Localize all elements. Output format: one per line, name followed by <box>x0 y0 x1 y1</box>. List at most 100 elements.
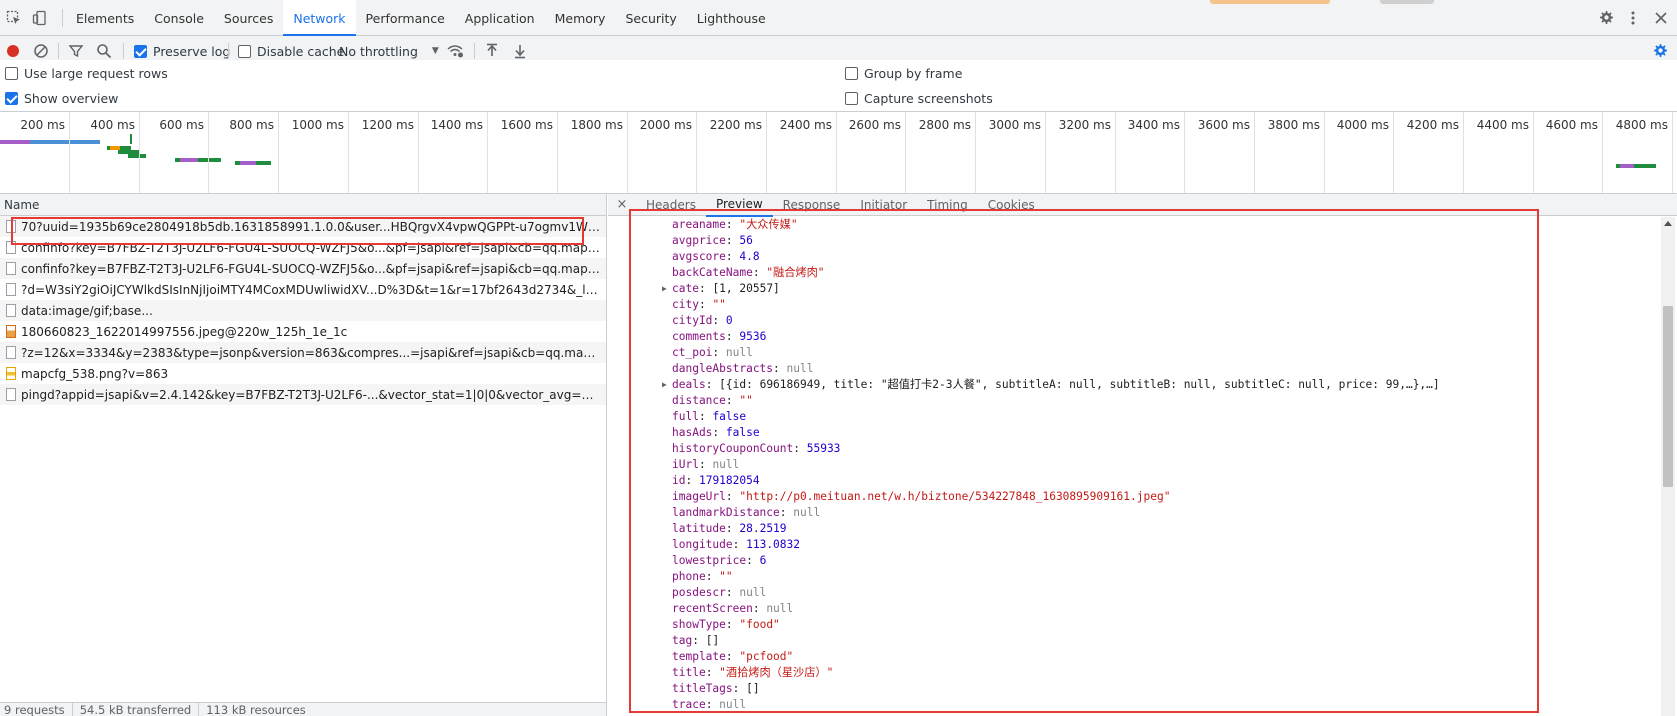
show-overview-check-icon[interactable] <box>5 92 18 105</box>
request-row[interactable]: ?d=W3siY2giOiJCYWlkdSIsInNjIjoiMTY4MCoxM… <box>0 279 606 300</box>
json-property-row[interactable]: full: false <box>608 409 1658 425</box>
network-settings-panel: Use large request rows Show overview Gro… <box>0 60 1677 112</box>
tab-security[interactable]: Security <box>615 0 686 36</box>
group-by-frame-checkbox[interactable]: Group by frame <box>845 66 962 81</box>
settings-gear-icon[interactable] <box>1596 8 1616 28</box>
json-property-row[interactable]: id: 179182054 <box>608 473 1658 489</box>
json-property-row[interactable]: avgscore: 4.8 <box>608 249 1658 265</box>
tab-timing[interactable]: Timing <box>917 194 978 216</box>
overview-tick-label: 1600 ms <box>500 118 553 132</box>
expand-triangle-icon[interactable]: ▶ <box>662 281 667 297</box>
request-row[interactable]: 180660823_1622014997556.jpeg@220w_125h_1… <box>0 321 606 342</box>
expand-triangle-icon[interactable]: ▶ <box>662 377 667 393</box>
tab-headers[interactable]: Headers <box>636 194 706 216</box>
json-property-row[interactable]: recentScreen: null <box>608 601 1658 617</box>
tab-console[interactable]: Console <box>144 0 214 36</box>
tab-elements[interactable]: Elements <box>66 0 144 36</box>
request-row[interactable]: pingd?appid=jsapi&v=2.4.142&key=B7FBZ-T2… <box>0 384 606 405</box>
network-settings-icon[interactable] <box>1652 42 1668 60</box>
preserve-log-checkbox[interactable]: Preserve log <box>134 42 230 60</box>
more-vert-icon[interactable] <box>1623 8 1643 28</box>
json-property-row[interactable]: phone: "" <box>608 569 1658 585</box>
request-row[interactable]: confinfo?key=B7FBZ-T2T3J-U2LF6-FGU4L-SUO… <box>0 237 606 258</box>
json-property-row[interactable]: latitude: 28.2519 <box>608 521 1658 537</box>
json-property-row[interactable]: template: "pcfood" <box>608 649 1658 665</box>
overview-tick-label: 1000 ms <box>291 118 344 132</box>
close-icon[interactable]: × <box>608 197 636 212</box>
tab-application[interactable]: Application <box>455 0 545 36</box>
json-property-row[interactable]: ct_poi: null <box>608 345 1658 361</box>
capture-screenshots-check-icon[interactable] <box>845 92 858 105</box>
tab-response[interactable]: Response <box>773 194 851 216</box>
request-row[interactable]: 70?uuid=1935b69ce2804918b5db.1631858991.… <box>0 216 606 237</box>
show-overview-checkbox[interactable]: Show overview <box>5 91 118 106</box>
json-property-row[interactable]: title: "酒拾烤肉（星沙店）" <box>608 665 1658 681</box>
tab-initiator[interactable]: Initiator <box>850 194 917 216</box>
json-property-row[interactable]: trace: null <box>608 697 1658 713</box>
request-row[interactable]: mapcfg_538.png?v=863 <box>0 363 606 384</box>
json-property-row[interactable]: lowestprice: 6 <box>608 553 1658 569</box>
clear-icon[interactable] <box>33 42 49 60</box>
json-property-row[interactable]: imageUrl: "http://p0.meituan.net/w.h/biz… <box>608 489 1658 505</box>
group-by-frame-check-icon[interactable] <box>845 67 858 80</box>
wifi-settings-icon[interactable] <box>446 42 464 60</box>
network-overview-timeline[interactable]: 200 ms 400 ms 600 ms 800 ms 1000 ms 1200 ms 14… <box>0 112 1677 194</box>
tab-performance[interactable]: Performance <box>356 0 455 36</box>
tab-network[interactable]: Network <box>283 0 356 36</box>
throttling-select[interactable]: No throttling ▼ <box>339 42 439 60</box>
tab-preview[interactable]: Preview <box>705 194 773 217</box>
large-rows-check-icon[interactable] <box>5 67 18 80</box>
request-row[interactable]: ?z=12&x=3334&y=2383&type=jsonp&version=8… <box>0 342 606 363</box>
json-colon: : <box>732 538 747 551</box>
overview-tick-label: 1800 ms <box>570 118 623 132</box>
json-property-row[interactable]: comments: 9536 <box>608 329 1658 345</box>
tab-sources[interactable]: Sources <box>214 0 283 36</box>
request-row[interactable]: confinfo?key=B7FBZ-T2T3J-U2LF6-FGU4L-SUO… <box>0 258 606 279</box>
close-icon[interactable] <box>1651 8 1671 28</box>
json-property-row[interactable]: historyCouponCount: 55933 <box>608 441 1658 457</box>
json-property-row[interactable]: titleTags: [] <box>608 681 1658 697</box>
capture-screenshots-checkbox[interactable]: Capture screenshots <box>845 91 993 106</box>
tab-memory[interactable]: Memory <box>545 0 616 36</box>
json-property-row[interactable]: avgprice: 56 <box>608 233 1658 249</box>
json-property-row[interactable]: distance: "" <box>608 393 1658 409</box>
preview-scrollbar[interactable] <box>1661 217 1675 716</box>
tab-cookies[interactable]: Cookies <box>978 194 1045 216</box>
preserve-log-check-icon[interactable] <box>134 44 147 58</box>
scroll-up-icon[interactable] <box>1664 221 1672 226</box>
json-property-row[interactable]: cityId: 0 <box>608 313 1658 329</box>
json-key: historyCouponCount <box>672 442 794 455</box>
json-preview[interactable]: areaname: "大众传媒" avgprice: 56 avgscore: 4.… <box>608 217 1658 716</box>
json-property-row[interactable]: ▶ cate: [1, 20557] <box>608 281 1658 297</box>
import-icon[interactable] <box>485 42 499 60</box>
json-property-row[interactable]: dangleAbstracts: null <box>608 361 1658 377</box>
json-property-row[interactable]: hasAds: false <box>608 425 1658 441</box>
inspect-icon[interactable] <box>4 8 24 28</box>
json-property-row[interactable]: landmarkDistance: null <box>608 505 1658 521</box>
json-colon: : <box>692 634 706 647</box>
large-rows-checkbox[interactable]: Use large request rows <box>5 66 168 81</box>
overview-tick-label: 1200 ms <box>361 118 414 132</box>
scrollbar-thumb[interactable] <box>1663 306 1673 487</box>
overview-tick-label: 2400 ms <box>779 118 832 132</box>
json-property-row[interactable]: city: "" <box>608 297 1658 313</box>
json-property-row[interactable]: iUrl: null <box>608 457 1658 473</box>
tab-lighthouse[interactable]: Lighthouse <box>687 0 776 36</box>
name-column-header[interactable]: Name <box>0 194 606 216</box>
json-property-row[interactable]: showType: "food" <box>608 617 1658 633</box>
json-property-row[interactable]: longitude: 113.0832 <box>608 537 1658 553</box>
json-property-row[interactable]: areaname: "大众传媒" <box>608 217 1658 233</box>
json-property-row[interactable]: ▶ deals: [{id: 696186949, title: "超值打卡2-3… <box>608 377 1658 393</box>
request-row[interactable]: data:image/gif;base... <box>0 300 606 321</box>
json-property-row[interactable]: tag: [] <box>608 633 1658 649</box>
record-icon[interactable] <box>5 42 21 60</box>
device-toggle-icon[interactable] <box>30 8 50 28</box>
json-property-row[interactable]: backCateName: "融合烤肉" <box>608 265 1658 281</box>
export-icon[interactable] <box>513 42 527 60</box>
disable-cache-check-icon[interactable] <box>238 44 251 58</box>
json-property-row[interactable]: posdescr: null <box>608 585 1658 601</box>
disable-cache-checkbox[interactable]: Disable cache <box>238 42 344 60</box>
json-key: iUrl <box>672 458 699 471</box>
search-icon[interactable] <box>96 42 112 60</box>
filter-icon[interactable] <box>68 42 84 60</box>
